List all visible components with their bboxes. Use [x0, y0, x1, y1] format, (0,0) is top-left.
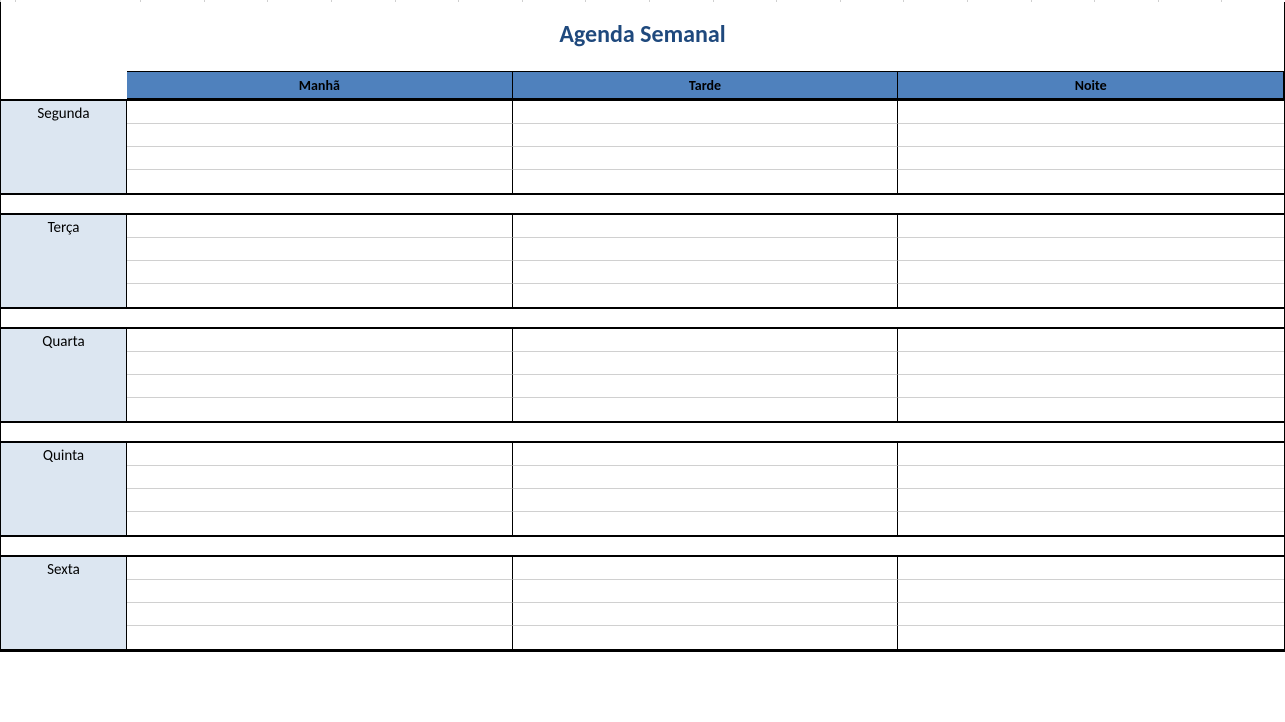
period-header-afternoon: Tarde [513, 71, 899, 99]
agenda-cell[interactable] [127, 329, 513, 352]
agenda-cell[interactable] [898, 170, 1284, 193]
agenda-cell[interactable] [513, 466, 899, 489]
day-label: Segunda [1, 101, 127, 193]
agenda-cell[interactable] [898, 398, 1284, 421]
agenda-cell[interactable] [898, 557, 1284, 580]
day-gap [1, 423, 1284, 441]
agenda-cell[interactable] [898, 603, 1284, 626]
agenda-cell[interactable] [513, 329, 899, 352]
day-label: Terça [1, 215, 127, 307]
agenda-cell[interactable] [127, 580, 513, 603]
agenda-cell[interactable] [898, 215, 1284, 238]
agenda-cell[interactable] [127, 466, 513, 489]
agenda-cell[interactable] [127, 261, 513, 284]
agenda-cell[interactable] [127, 124, 513, 147]
day-label: Quarta [1, 329, 127, 421]
agenda-cell[interactable] [127, 147, 513, 170]
agenda-cell[interactable] [898, 443, 1284, 466]
day-gap [1, 195, 1284, 213]
agenda-cell[interactable] [513, 261, 899, 284]
day-grid [127, 215, 1284, 307]
agenda-cell[interactable] [127, 489, 513, 512]
agenda-cell[interactable] [898, 466, 1284, 489]
agenda-cell[interactable] [513, 238, 899, 261]
page-title: Agenda Semanal [1, 2, 1284, 71]
agenda-cell[interactable] [898, 375, 1284, 398]
agenda-cell[interactable] [898, 124, 1284, 147]
day-block: Segunda [1, 99, 1284, 195]
agenda-cell[interactable] [127, 557, 513, 580]
agenda-cell[interactable] [898, 238, 1284, 261]
agenda-cell[interactable] [898, 489, 1284, 512]
period-header-morning: Manhã [127, 71, 513, 99]
header-spacer [1, 71, 127, 99]
day-block: Quinta [1, 441, 1284, 537]
day-grid [127, 443, 1284, 535]
agenda-cell[interactable] [127, 284, 513, 307]
agenda-cell[interactable] [127, 352, 513, 375]
agenda-cell[interactable] [898, 580, 1284, 603]
agenda-cell[interactable] [127, 101, 513, 124]
agenda-cell[interactable] [898, 284, 1284, 307]
agenda-cell[interactable] [898, 101, 1284, 124]
day-block: Quarta [1, 327, 1284, 423]
agenda-cell[interactable] [127, 238, 513, 261]
day-gap [1, 309, 1284, 327]
agenda-cell[interactable] [513, 124, 899, 147]
agenda-cell[interactable] [513, 489, 899, 512]
agenda-cell[interactable] [127, 375, 513, 398]
period-header-row: Manhã Tarde Noite [1, 71, 1284, 99]
period-header-night: Noite [898, 71, 1284, 99]
agenda-cell[interactable] [513, 557, 899, 580]
day-grid [127, 557, 1284, 649]
day-grid [127, 329, 1284, 421]
day-gap [1, 537, 1284, 555]
day-label: Quinta [1, 443, 127, 535]
agenda-cell[interactable] [898, 147, 1284, 170]
agenda-cell[interactable] [127, 603, 513, 626]
agenda-cell[interactable] [513, 101, 899, 124]
agenda-cell[interactable] [127, 215, 513, 238]
agenda-cell[interactable] [513, 398, 899, 421]
agenda-cell[interactable] [898, 626, 1284, 649]
agenda-cell[interactable] [127, 170, 513, 193]
agenda-cell[interactable] [513, 147, 899, 170]
agenda-cell[interactable] [513, 512, 899, 535]
agenda-cell[interactable] [513, 352, 899, 375]
agenda-cell[interactable] [898, 512, 1284, 535]
agenda-cell[interactable] [513, 443, 899, 466]
day-block: Terça [1, 213, 1284, 309]
agenda-cell[interactable] [127, 512, 513, 535]
day-grid [127, 101, 1284, 193]
agenda-cell[interactable] [898, 261, 1284, 284]
agenda-cell[interactable] [513, 215, 899, 238]
agenda-cell[interactable] [513, 603, 899, 626]
day-block: Sexta [1, 555, 1284, 651]
agenda-cell[interactable] [898, 352, 1284, 375]
agenda-cell[interactable] [127, 398, 513, 421]
agenda-cell[interactable] [127, 443, 513, 466]
agenda-cell[interactable] [513, 626, 899, 649]
agenda-cell[interactable] [513, 580, 899, 603]
agenda-cell[interactable] [898, 329, 1284, 352]
agenda-cell[interactable] [513, 284, 899, 307]
agenda-cell[interactable] [513, 375, 899, 398]
day-label: Sexta [1, 557, 127, 649]
agenda-cell[interactable] [513, 170, 899, 193]
agenda-cell[interactable] [127, 626, 513, 649]
